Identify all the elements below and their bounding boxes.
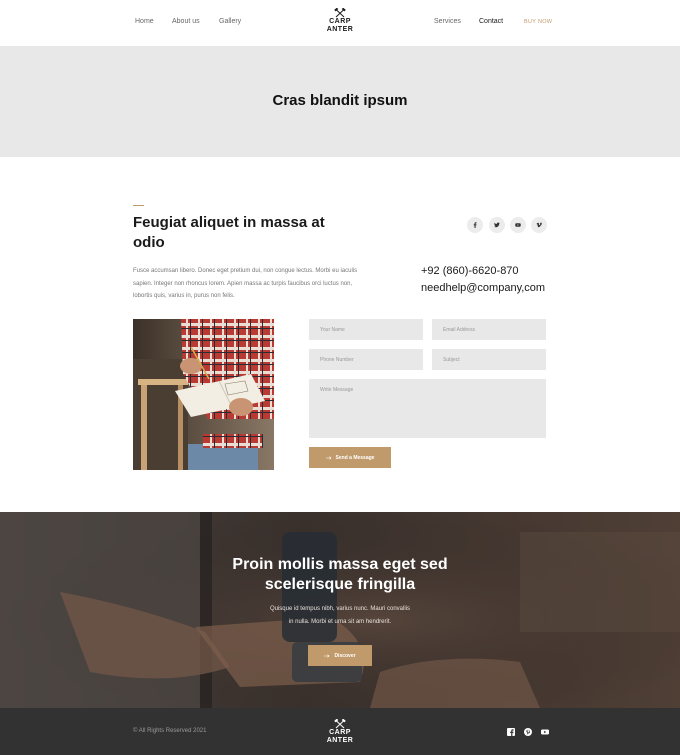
accent-divider [133, 205, 144, 206]
page-title: Cras blandit ipsum [272, 92, 408, 109]
site-logo[interactable]: CARP ANTER [322, 8, 358, 33]
contact-phone[interactable]: +92 (860)-6620-870 [421, 265, 519, 277]
youtube-icon[interactable] [510, 217, 526, 233]
contact-heading: Feugiat aliquet in massa at odio [133, 214, 325, 251]
facebook-icon[interactable] [467, 217, 483, 233]
buy-now-link[interactable]: BUY NOW [524, 19, 552, 25]
logo-text-line2: ANTER [326, 25, 354, 33]
email-field[interactable]: Email Address [432, 319, 546, 340]
hero-text-line2: in nulla. Morbi et urna sit am hendrerit… [288, 618, 392, 625]
twitter-icon[interactable] [489, 217, 505, 233]
nav-gallery[interactable]: Gallery [219, 18, 241, 25]
hero-text: Quisque id tempus nibh, varius nunc. Mau… [240, 603, 440, 628]
nav-home[interactable]: Home [135, 18, 154, 25]
hero-title-line1: Proin mollis massa eget sed [232, 556, 448, 573]
pinterest-icon[interactable] [523, 727, 532, 736]
site-header: Home About us Gallery CARP ANTER Service… [0, 0, 680, 46]
phone-field[interactable]: Phone Number [309, 349, 423, 370]
crossed-hammers-icon [334, 8, 346, 18]
footer-logo-line2: ANTER [326, 736, 354, 744]
crossed-hammers-icon [334, 719, 346, 729]
arrow-right-icon [325, 455, 331, 460]
youtube-icon[interactable] [540, 727, 549, 736]
hero-title: Proin mollis massa eget sed scelerisque … [0, 555, 680, 595]
name-field[interactable]: Your Name [309, 319, 423, 340]
contact-description: Fusce accumsan libero. Donec eget pretiu… [133, 268, 358, 299]
send-message-label: Send a Message [335, 454, 375, 461]
arrow-right-icon [324, 653, 330, 658]
carpenter-photo [133, 319, 274, 470]
vimeo-icon[interactable] [531, 217, 547, 233]
send-message-button[interactable]: Send a Message [309, 447, 391, 468]
subject-field[interactable]: Subject [432, 349, 546, 370]
hero-title-line2: scelerisque fringilla [264, 576, 416, 593]
nav-contact[interactable]: Contact [479, 18, 503, 25]
discover-label: Discover [334, 652, 356, 659]
facebook-icon[interactable] [506, 727, 515, 736]
discover-button[interactable]: Discover [308, 645, 372, 666]
hero-text-line1: Quisque id tempus nibh, varius nunc. Mau… [269, 606, 411, 612]
footer-logo[interactable]: CARP ANTER [322, 719, 358, 744]
contact-email[interactable]: needhelp@company,com [421, 282, 545, 294]
copyright-text: © All Rights Reserved 2021 [133, 728, 207, 734]
footer-logo-line1: CARP [329, 729, 351, 736]
message-field[interactable]: Write Message [309, 379, 546, 438]
nav-services[interactable]: Services [434, 18, 461, 25]
logo-text-line1: CARP [329, 18, 351, 25]
nav-about[interactable]: About us [172, 18, 200, 25]
